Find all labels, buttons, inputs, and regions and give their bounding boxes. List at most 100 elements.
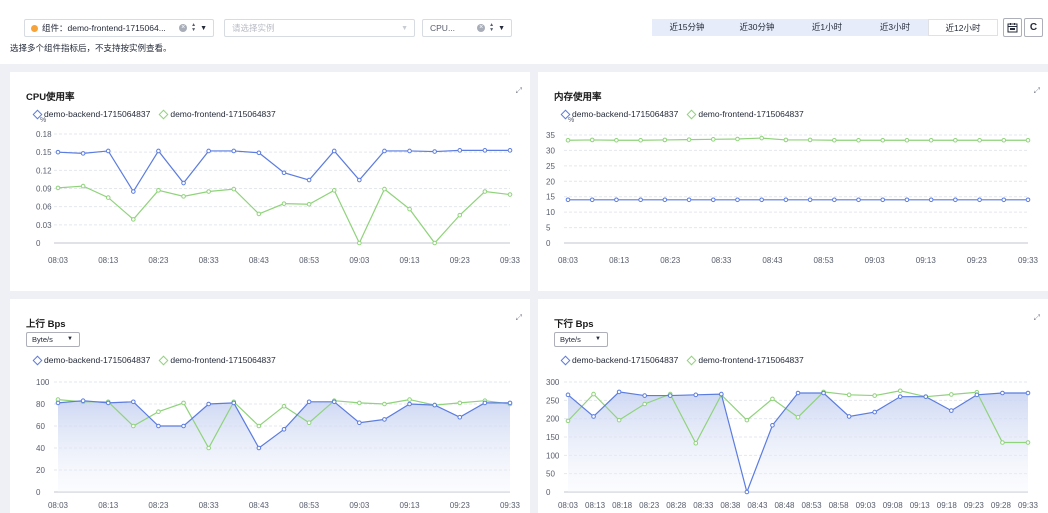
data-point <box>256 445 262 451</box>
y-tick-label: 0 <box>36 488 41 497</box>
x-tick-label: 08:03 <box>558 256 579 265</box>
data-point <box>928 197 934 203</box>
data-point <box>795 414 801 420</box>
x-tick-label: 08:03 <box>48 256 69 265</box>
x-tick-label: 09:28 <box>991 501 1012 510</box>
y-tick-label: 0.03 <box>36 221 52 230</box>
data-point <box>1025 390 1031 396</box>
x-tick-label: 08:13 <box>585 501 606 510</box>
data-point <box>953 197 958 203</box>
data-point <box>231 148 237 154</box>
data-point <box>949 408 954 413</box>
clear-metric-icon[interactable]: × <box>477 24 486 32</box>
instance-select[interactable]: 请选择实例 ▼ <box>224 19 415 37</box>
time-range-1h[interactable]: 近1小时 <box>792 19 862 36</box>
metric-select-label: CPU... <box>430 23 456 33</box>
data-point <box>181 180 186 186</box>
data-point <box>407 148 412 154</box>
data-point <box>693 440 699 446</box>
download-bps-panel: 下行 Bps ⤢ Byte/s ▼ demo-backend-1715064837… <box>538 299 1048 513</box>
x-tick-label: 08:53 <box>299 256 320 265</box>
data-point <box>897 388 903 394</box>
data-point <box>1025 137 1031 143</box>
x-tick-label: 09:33 <box>500 256 521 265</box>
y-tick-label: 20 <box>36 466 45 475</box>
metric-stepper-icon[interactable]: ▲ ▼ <box>489 23 494 33</box>
calendar-icon[interactable] <box>1003 18 1022 37</box>
data-point <box>735 136 740 142</box>
data-point <box>807 137 813 143</box>
data-point <box>181 194 186 199</box>
x-tick-label: 09:23 <box>450 256 471 265</box>
y-tick-label: 25 <box>546 162 555 171</box>
data-point <box>759 197 764 203</box>
data-point <box>880 197 886 203</box>
y-tick-label: 30 <box>546 146 555 155</box>
data-point <box>856 197 861 203</box>
data-point <box>457 414 463 420</box>
x-tick-label: 09:23 <box>967 256 988 265</box>
x-tick-label: 09:23 <box>450 501 471 510</box>
time-range-15m[interactable]: 近15分钟 <box>652 19 722 36</box>
data-point <box>1025 197 1031 203</box>
data-point <box>974 392 980 398</box>
data-point <box>206 148 211 154</box>
data-point <box>662 197 668 203</box>
y-tick-label: 100 <box>36 378 50 387</box>
x-tick-label: 08:33 <box>693 501 714 510</box>
data-point <box>614 137 619 143</box>
data-point <box>206 401 211 407</box>
data-point <box>105 148 111 154</box>
instance-dropdown-icon[interactable]: ▼ <box>401 25 408 32</box>
metric-dropdown-icon[interactable]: ▼ <box>498 25 505 32</box>
y-tick-label: 150 <box>546 433 560 442</box>
data-point <box>281 403 287 409</box>
data-point <box>928 137 934 143</box>
y-tick-label: 0.12 <box>36 166 52 175</box>
data-point <box>482 400 488 406</box>
data-point <box>357 420 362 425</box>
data-point <box>565 418 571 424</box>
upload-bps-panel: 上行 Bps ⤢ Byte/s ▼ demo-backend-1715064837… <box>10 299 530 513</box>
x-tick-label: 08:53 <box>299 501 320 510</box>
series-area <box>568 391 1028 492</box>
data-point <box>482 189 488 194</box>
x-tick-label: 08:53 <box>802 501 823 510</box>
data-point <box>507 192 513 197</box>
data-point <box>55 149 61 155</box>
component-select[interactable]: 组件：demo-frontend-1715064... × ▲ ▼ ▼ <box>24 19 214 37</box>
x-tick-label: 09:33 <box>500 501 521 510</box>
data-point <box>759 135 764 141</box>
time-range-3h[interactable]: 近3小时 <box>862 19 928 36</box>
data-point <box>977 197 982 203</box>
x-tick-label: 08:43 <box>249 501 270 510</box>
data-point <box>770 422 775 428</box>
data-point <box>331 399 337 405</box>
metric-select[interactable]: CPU... × ▲ ▼ ▼ <box>422 19 512 37</box>
component-dropdown-icon[interactable]: ▼ <box>200 25 207 32</box>
data-point <box>710 197 716 203</box>
x-tick-label: 08:53 <box>814 256 835 265</box>
y-tick-label: 0.18 <box>36 130 52 139</box>
data-point <box>693 392 699 398</box>
series-line-frontend <box>57 185 511 245</box>
clear-component-icon[interactable]: × <box>179 24 188 32</box>
data-point <box>407 206 412 212</box>
refresh-icon[interactable]: C <box>1024 18 1043 37</box>
y-tick-label: 35 <box>546 131 555 140</box>
data-point <box>80 398 86 403</box>
x-tick-label: 08:33 <box>199 256 220 265</box>
x-tick-label: 08:33 <box>711 256 732 265</box>
memory-usage-chart: 0 5 10 15 20 25 30 35 08:03 08:13 08:23 08:33 08:43 0… <box>546 131 1039 265</box>
component-stepper-icon[interactable]: ▲ ▼ <box>191 23 196 33</box>
data-point <box>589 197 595 203</box>
data-point <box>357 177 362 183</box>
multi-select-hint: 选择多个组件指标后，不支持按实例查看。 <box>10 43 172 53</box>
time-range-30m[interactable]: 近30分钟 <box>722 19 792 36</box>
data-point <box>565 392 571 398</box>
time-range-12h[interactable]: 近12小时 <box>928 19 998 36</box>
download-bps-chart: 0 50 100 150 200 250 300 08:03 08:13 08:18 08:23 08… <box>546 378 1039 510</box>
data-point <box>904 197 910 203</box>
data-point <box>306 177 312 183</box>
x-tick-label: 08:58 <box>829 501 850 510</box>
